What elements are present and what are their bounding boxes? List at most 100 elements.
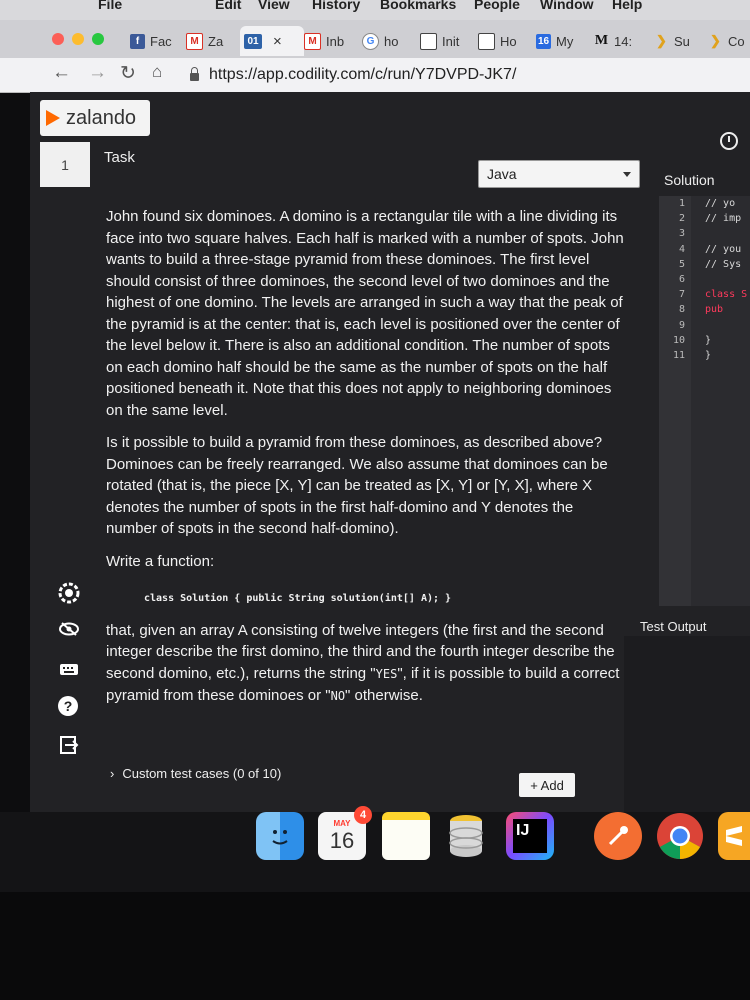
puzzle-icon: ❯ (656, 33, 667, 48)
eye-hide-icon[interactable] (58, 618, 80, 640)
menu-edit[interactable]: Edit (215, 0, 241, 12)
mac-menu-bar: File Edit View History Bookmarks People … (0, 0, 750, 20)
zoom-window-button[interactable] (92, 33, 104, 45)
code-text: } (705, 350, 712, 361)
code-line[interactable]: 7 class S (659, 289, 750, 304)
code-line[interactable]: 8 pub (659, 304, 750, 319)
postman-icon[interactable] (594, 812, 642, 860)
yes-value: YES (375, 666, 398, 681)
custom-tests-label: Custom test cases (0 of 10) (122, 766, 282, 781)
tab-facebook[interactable]: f Fac (126, 26, 182, 56)
code-text: // Sys (705, 258, 742, 270)
tab-su[interactable]: ❯ Su (650, 26, 706, 56)
code-line[interactable]: 11} (659, 350, 750, 365)
custom-test-cases-toggle[interactable]: › Custom test cases (0 of 10) (110, 766, 281, 781)
code-line[interactable]: 10 } (659, 335, 750, 350)
keyboard-icon[interactable] (58, 658, 80, 680)
menu-window[interactable]: Window (540, 0, 594, 12)
browser-tab-strip: f Fac M Za 01 × M Inb G ho Init Ho 16 My… (0, 20, 750, 58)
tab-label: Su (674, 33, 690, 49)
line-number: 9 (678, 319, 685, 331)
tab-medium[interactable]: M 14: (590, 26, 650, 56)
tab-init[interactable]: Init (416, 26, 476, 56)
code-editor[interactable]: 1 // yo 2 // imp 3 4 // you 5 // Sys 6 7 class S 8 p… (659, 196, 750, 606)
zalando-logo-mark (46, 110, 60, 126)
zalando-logo: zalando (40, 100, 150, 136)
tab-co[interactable]: ❯ Co (704, 26, 750, 56)
help-question-icon[interactable]: ? (58, 696, 78, 716)
menu-history[interactable]: History (312, 0, 360, 12)
language-select[interactable]: Java (478, 160, 640, 188)
tab-label: Co (728, 33, 745, 49)
back-arrow-icon[interactable]: ← (52, 62, 71, 84)
menu-people[interactable]: People (474, 0, 520, 12)
puzzle-icon: ❯ (710, 33, 721, 48)
task-number-tab[interactable]: 1 (40, 142, 90, 187)
tab-codility-active[interactable]: 01 × (240, 26, 304, 56)
codility-app: zalando 1 Task Java John found six domin… (30, 92, 750, 812)
description-paragraph: John found six dominoes. A domino is a r… (106, 208, 624, 419)
tab-ho[interactable]: Ho (474, 26, 532, 56)
tab-label: ho (384, 33, 399, 49)
description-text: " otherwise. (345, 687, 423, 704)
close-window-button[interactable] (52, 33, 64, 45)
settings-gear-icon[interactable] (58, 582, 80, 604)
tab-calendar[interactable]: 16 My (532, 26, 590, 56)
code-text: // imp (705, 213, 742, 225)
code-text: // yo (705, 198, 736, 209)
tab-inbox[interactable]: M Inb (300, 26, 360, 56)
database-icon[interactable] (442, 812, 490, 860)
forward-arrow-icon[interactable]: → (88, 62, 107, 84)
menu-file[interactable]: File (98, 0, 122, 12)
intellij-idea-icon[interactable]: IJ (506, 812, 554, 860)
code-line[interactable]: 6 (659, 274, 750, 289)
tab-label: Fac (150, 33, 172, 49)
tab-gmail-1[interactable]: M Za (182, 26, 240, 56)
task-description: John found six dominoes. A domino is a r… (106, 206, 628, 719)
tab-label: Init (442, 33, 460, 49)
code-line[interactable]: 3 (659, 228, 750, 243)
calendar-icon: 16 (536, 33, 551, 49)
code-text: // you (705, 243, 742, 255)
code-line[interactable]: 2 // imp (659, 213, 750, 228)
home-icon[interactable]: ⌂ (152, 62, 162, 82)
sublime-text-icon[interactable] (718, 812, 750, 860)
gmail-icon: M (186, 32, 203, 50)
menu-help[interactable]: Help (612, 0, 642, 12)
line-number: 8 (678, 304, 685, 316)
tab-close-icon[interactable]: × (273, 33, 282, 50)
tab-google[interactable]: G ho (358, 26, 416, 56)
code-line[interactable]: 5 // Sys (659, 259, 750, 274)
reload-icon[interactable]: ↻ (120, 62, 136, 85)
codility-icon: 01 (244, 33, 262, 49)
code-line[interactable]: 1 // yo (659, 198, 750, 213)
intellij-label: IJ (513, 819, 547, 853)
lock-icon (190, 67, 199, 81)
code-line[interactable]: 9 (659, 320, 750, 335)
clock-icon[interactable] (720, 132, 738, 150)
description-paragraph: that, given an array A consisting of twe… (106, 620, 628, 708)
monitor-bezel (0, 892, 750, 1000)
exit-icon[interactable] (58, 734, 80, 756)
chevron-down-icon (623, 171, 631, 177)
finder-icon[interactable] (256, 812, 304, 860)
document-icon (420, 32, 437, 50)
minimize-window-button[interactable] (72, 33, 84, 45)
solution-tab[interactable]: Solution (664, 172, 715, 188)
chrome-icon[interactable] (656, 812, 704, 860)
mac-dock: MAY 16 4 IJ (0, 806, 750, 892)
add-test-case-button[interactable]: + Add (519, 773, 575, 797)
browser-toolbar: ← → ↻ ⌂ https://app.codility.com/c/run/Y… (0, 58, 750, 93)
menu-view[interactable]: View (258, 0, 290, 12)
address-bar[interactable]: https://app.codility.com/c/run/Y7DVPD-JK… (190, 62, 750, 88)
code-line[interactable]: 4 // you (659, 244, 750, 259)
test-output-label: Test Output (640, 619, 707, 634)
notes-icon[interactable] (382, 812, 430, 860)
code-text: pub (705, 304, 724, 316)
calendar-app-icon[interactable]: MAY 16 4 (318, 806, 372, 860)
gmail-icon: M (304, 32, 321, 50)
test-output-panel (624, 636, 750, 812)
code-text: class S (705, 289, 748, 301)
menu-bookmarks[interactable]: Bookmarks (380, 0, 456, 12)
facebook-icon: f (130, 33, 145, 49)
